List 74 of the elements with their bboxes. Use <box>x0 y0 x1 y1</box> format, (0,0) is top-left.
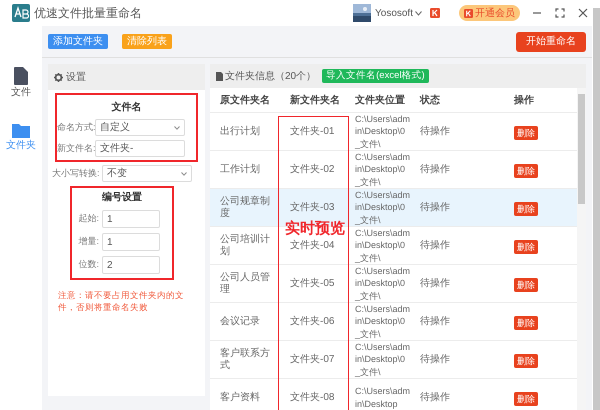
table-cell-text: 客户联系方式 <box>219 348 271 372</box>
table-cell-text: 待操作 <box>419 390 451 405</box>
dropdown[interactable]: 自定义 <box>95 119 185 136</box>
delete-button[interactable]: 删除 <box>514 354 538 368</box>
section-heading: 编号设置 <box>101 190 143 205</box>
column-header: 状态 <box>418 94 441 108</box>
start-rename-button[interactable]: 开始重命名 <box>516 32 586 52</box>
user-name[interactable]: Yososoft <box>375 6 413 20</box>
table-cell-text: 公司人员管理 <box>219 272 271 296</box>
dropdown[interactable]: 不变 <box>102 165 192 182</box>
table-cell-text: 待操作 <box>419 162 451 177</box>
field-label: 新文件名: <box>57 142 95 155</box>
table-cell-text: 待操作 <box>419 200 451 215</box>
warning-note: 注意：请不要占用文件夹内的文件，否则将重命名失败 <box>58 289 185 313</box>
field-label: 起始: <box>77 212 100 226</box>
table-cell-text: 客户资料 <box>219 392 261 404</box>
delete-button[interactable]: 删除 <box>514 240 538 254</box>
table-cell-text: C:\Users\admin\Desktop\0_文件\ <box>354 150 412 188</box>
input-field[interactable]: 文件夹- <box>95 140 185 157</box>
window-title: 优速文件批量重命名 <box>34 5 142 22</box>
table-row[interactable]: 客户资料 文件夹-08 C:\Users\admin\Desktop 待操作 删除 <box>210 378 577 410</box>
table-cell-text: 出行计划 <box>219 126 261 138</box>
section-heading: 文件名 <box>110 100 142 115</box>
column-header: 操作 <box>512 94 535 108</box>
table-cell-text: 待操作 <box>419 352 451 367</box>
delete-button[interactable]: 删除 <box>514 278 538 292</box>
column-header: 文件夹位置 <box>354 94 406 108</box>
table-cell-text: 待操作 <box>419 238 451 253</box>
table-cell-text: C:\Users\admin\Desktop <box>354 385 412 410</box>
table-cell-text: C:\Users\admin\Desktop\0_文件\ <box>354 226 412 264</box>
table-cell-text: 文件夹-06 <box>289 314 336 329</box>
delete-button[interactable]: 删除 <box>514 392 538 406</box>
table-cell-text: 待操作 <box>419 276 451 291</box>
table-cell-text: 工作计划 <box>219 164 261 176</box>
field-label: 位数: <box>77 258 100 272</box>
table-row[interactable]: 工作计划 文件夹-02 C:\Users\admin\Desktop\0_文件\ 待操作 删除 <box>210 150 577 188</box>
toolbar-button[interactable]: 添加文件夹 <box>48 34 108 49</box>
nav-item[interactable]: 文件夹 <box>6 122 36 153</box>
delete-button[interactable]: 删除 <box>514 202 538 216</box>
input-field[interactable]: 1 <box>102 233 160 251</box>
field-label: 大小写转换: <box>52 166 101 180</box>
delete-button[interactable]: 删除 <box>514 316 538 330</box>
delete-button[interactable]: 删除 <box>514 164 538 178</box>
table-row[interactable]: 公司人员管理 文件夹-05 C:\Users\admin\Desktop\0_文件\ 待操作 删除 <box>210 264 577 302</box>
table-cell-text: 待操作 <box>419 314 451 329</box>
table-cell-text: 文件夹-02 <box>289 162 336 177</box>
table-cell-text: C:\Users\admin\Desktop\0_文件\ <box>354 264 412 302</box>
input-field[interactable]: 1 <box>102 210 160 228</box>
table-cell-text: C:\Users\admin\Desktop\0_文件\ <box>354 112 412 150</box>
table-row[interactable]: 客户联系方式 文件夹-07 C:\Users\admin\Desktop\0_文件\ 待操作 删除 <box>210 340 577 378</box>
column-header: 新文件夹名 <box>289 93 341 108</box>
table-cell-text: 文件夹-07 <box>289 352 336 367</box>
field-label: 命名方式: <box>57 120 95 134</box>
table-cell-text: 待操作 <box>419 124 451 139</box>
panel-title: 设置 <box>66 70 86 84</box>
column-header: 原文件夹名 <box>219 94 271 108</box>
table-cell-text: C:\Users\admin\Desktop\0_文件\ <box>354 302 412 340</box>
input-field[interactable]: 2 <box>102 256 160 274</box>
table-cell-text: 会议记录 <box>219 316 261 328</box>
table-cell-text: 文件夹-03 <box>289 200 336 215</box>
table-cell-text: 公司规章制度 <box>219 196 271 220</box>
table-cell-text: 公司培训计划 <box>219 234 271 258</box>
field-label: 增量: <box>77 235 100 248</box>
nav-item[interactable]: 文件 <box>11 67 31 100</box>
table-row[interactable]: 出行计划 文件夹-01 C:\Users\admin\Desktop\0_文件\ 待操作 删除 <box>210 112 577 150</box>
table-cell-text: C:\Users\admin\Desktop\0_文件\ <box>354 188 412 226</box>
table-row[interactable]: 会议记录 文件夹-06 C:\Users\admin\Desktop\0_文件\ 待操作 删除 <box>210 302 577 340</box>
table-cell-text: C:\Users\admin\Desktop\0_文件\ <box>354 340 412 378</box>
table-cell-text: 文件夹-01 <box>289 124 336 139</box>
table-cell-text: 文件夹-04 <box>289 238 336 253</box>
delete-button[interactable]: 删除 <box>514 126 538 140</box>
table-cell-text: 文件夹-05 <box>289 276 336 291</box>
panel-title: 文件夹信息（20个） <box>225 70 316 84</box>
table-cell-text: 文件夹-08 <box>289 390 336 405</box>
